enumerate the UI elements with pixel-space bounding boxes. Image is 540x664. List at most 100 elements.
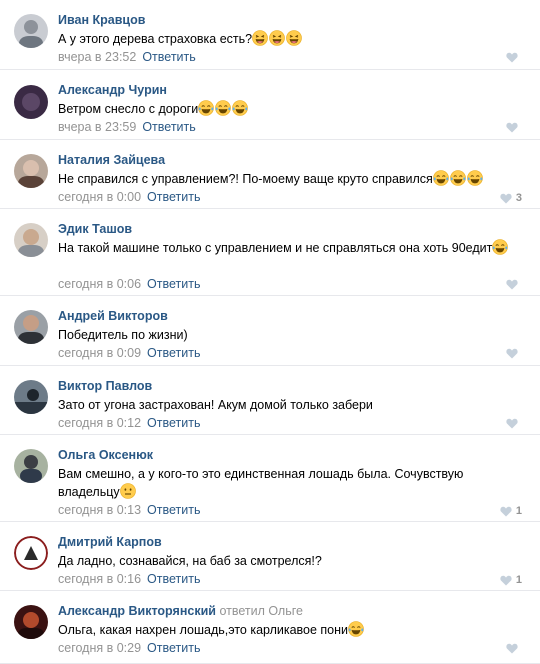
avatar[interactable] (14, 536, 48, 570)
comment-author[interactable]: Иван Кравцов (58, 13, 145, 27)
avatar[interactable] (14, 380, 48, 414)
avatar[interactable] (14, 85, 48, 119)
comment-time[interactable]: сегодня в 0:09 (58, 346, 141, 360)
comment-meta: сегодня в 0:29 Ответить (58, 641, 200, 655)
comment-author[interactable]: Наталия Зайцева (58, 153, 165, 167)
comment-author-name[interactable]: Александр Викторянский (58, 604, 216, 618)
comment-item: Александр Чурин Ветром снесло с дороги в… (0, 70, 540, 140)
comment-meta: сегодня в 0:06 Ответить (58, 277, 200, 291)
comment-text: Зато от угона застрахован! Акум домой то… (58, 396, 520, 414)
avatar[interactable] (14, 605, 48, 639)
comment-author[interactable]: Эдик Ташов (58, 222, 132, 236)
comment-item: Эдик Ташов На такой машине только с упра… (0, 209, 540, 296)
reply-button[interactable]: Ответить (147, 190, 200, 204)
avatar[interactable] (14, 223, 48, 257)
emoji-group (433, 170, 484, 186)
tears-emoji (492, 239, 509, 255)
reply-button[interactable]: Ответить (147, 277, 200, 291)
comment-meta: вчера в 23:59 Ответить (58, 120, 196, 134)
comment-item: Александр Викторянский ответил Ольге Оль… (0, 591, 540, 664)
heart-icon (506, 52, 518, 63)
comment-time[interactable]: вчера в 23:59 (58, 120, 136, 134)
comment-text-content: Да ладно, сознавайся, на баб за смотрелс… (58, 554, 322, 568)
emoji-group (252, 30, 303, 46)
heart-icon (506, 279, 518, 290)
comment-item: Андрей Викторов Победитель по жизни) сег… (0, 296, 540, 366)
like-button[interactable] (506, 418, 522, 429)
reply-button[interactable]: Ответить (147, 572, 200, 586)
tears-emoji (450, 170, 466, 186)
avatar[interactable] (14, 310, 48, 344)
tears-emoji (215, 100, 232, 116)
comment-text: Ветром снесло с дороги (58, 100, 520, 118)
heart-icon (506, 348, 518, 359)
comment-time[interactable]: сегодня в 0:12 (58, 416, 141, 430)
heart-icon (506, 418, 518, 429)
reply-button[interactable]: Ответить (147, 641, 200, 655)
reply-button[interactable]: Ответить (147, 416, 200, 430)
comment-text: Не справился с управлением?! По-моему ва… (58, 170, 520, 188)
comment-meta: сегодня в 0:00 Ответить (58, 190, 200, 204)
avatar[interactable] (14, 14, 48, 48)
like-button[interactable] (506, 643, 522, 654)
comment-time[interactable]: вчера в 23:52 (58, 50, 136, 64)
comment-author[interactable]: Андрей Викторов (58, 309, 168, 323)
comment-author[interactable]: Дмитрий Карпов (58, 535, 162, 549)
comment-text-content: А у этого дерева страховка есть? (58, 32, 253, 46)
laugh-emoji (286, 30, 302, 46)
comment-meta: сегодня в 0:13 Ответить (58, 503, 200, 517)
comment-meta: сегодня в 0:12 Ответить (58, 416, 200, 430)
emoji-group (198, 100, 249, 116)
comment-time[interactable]: сегодня в 0:29 (58, 641, 141, 655)
avatar[interactable] (14, 449, 48, 483)
comment-time[interactable]: сегодня в 0:13 (58, 503, 141, 517)
heart-icon (500, 575, 512, 585)
reply-button[interactable]: Ответить (142, 50, 195, 64)
tears-emoji (198, 100, 215, 116)
like-button[interactable] (506, 279, 522, 290)
comment-author: Александр Викторянский ответил Ольге (58, 604, 303, 618)
comment-author[interactable]: Александр Чурин (58, 83, 167, 97)
tears-emoji (348, 621, 364, 637)
like-count: 1 (515, 505, 522, 517)
comment-text-content: Ветром снесло с дороги (58, 102, 199, 116)
comment-text-content: Не справился с управлением?! По-моему ва… (58, 172, 433, 186)
comment-list: Иван Кравцов А у этого дерева страховка … (0, 0, 540, 664)
comment-text: На такой машине только с управлением и н… (58, 239, 520, 257)
reply-button[interactable]: Ответить (142, 120, 195, 134)
comment-item: Наталия Зайцева Не справился с управлени… (0, 140, 540, 209)
comment-author[interactable]: Виктор Павлов (58, 379, 152, 393)
comment-text: Ольга, какая нахрен лошадь,это карликаво… (58, 621, 520, 639)
comment-meta: сегодня в 0:16 Ответить (58, 572, 200, 586)
laugh-emoji (252, 30, 268, 46)
like-button[interactable]: 1 (500, 574, 522, 586)
like-button[interactable] (506, 122, 522, 133)
reply-to-note[interactable]: ответил Ольге (219, 604, 303, 618)
reply-button[interactable]: Ответить (147, 503, 200, 517)
comment-item: Дмитрий Карпов Да ладно, сознавайся, на … (0, 522, 540, 591)
like-button[interactable] (506, 52, 522, 63)
emoji-group (348, 621, 365, 637)
heart-icon (500, 506, 512, 516)
like-button[interactable]: 1 (500, 505, 522, 517)
comment-text: Победитель по жизни) (58, 326, 520, 344)
comment-text-content: Ольга, какая нахрен лошадь,это карликаво… (58, 623, 349, 637)
emoji-group (492, 239, 509, 255)
comment-time[interactable]: сегодня в 0:00 (58, 190, 141, 204)
comment-time[interactable]: сегодня в 0:06 (58, 277, 141, 291)
heart-icon (506, 122, 518, 133)
comment-text-content: На такой машине только с управлением и н… (58, 241, 493, 255)
neutral-emoji (119, 483, 136, 499)
comment-time[interactable]: сегодня в 0:16 (58, 572, 141, 586)
comment-item: Виктор Павлов Зато от угона застрахован!… (0, 366, 540, 435)
heart-icon (506, 643, 518, 654)
like-button[interactable] (506, 348, 522, 359)
comment-text: А у этого дерева страховка есть? (58, 30, 520, 48)
reply-button[interactable]: Ответить (147, 346, 200, 360)
avatar[interactable] (14, 154, 48, 188)
comment-author[interactable]: Ольга Оксенюк (58, 448, 153, 462)
like-button[interactable]: 3 (500, 192, 522, 204)
comment-item: Иван Кравцов А у этого дерева страховка … (0, 0, 540, 70)
tears-emoji (232, 100, 249, 116)
comment-item: Ольга Оксенюк Вам смешно, а у кого-то эт… (0, 435, 540, 522)
